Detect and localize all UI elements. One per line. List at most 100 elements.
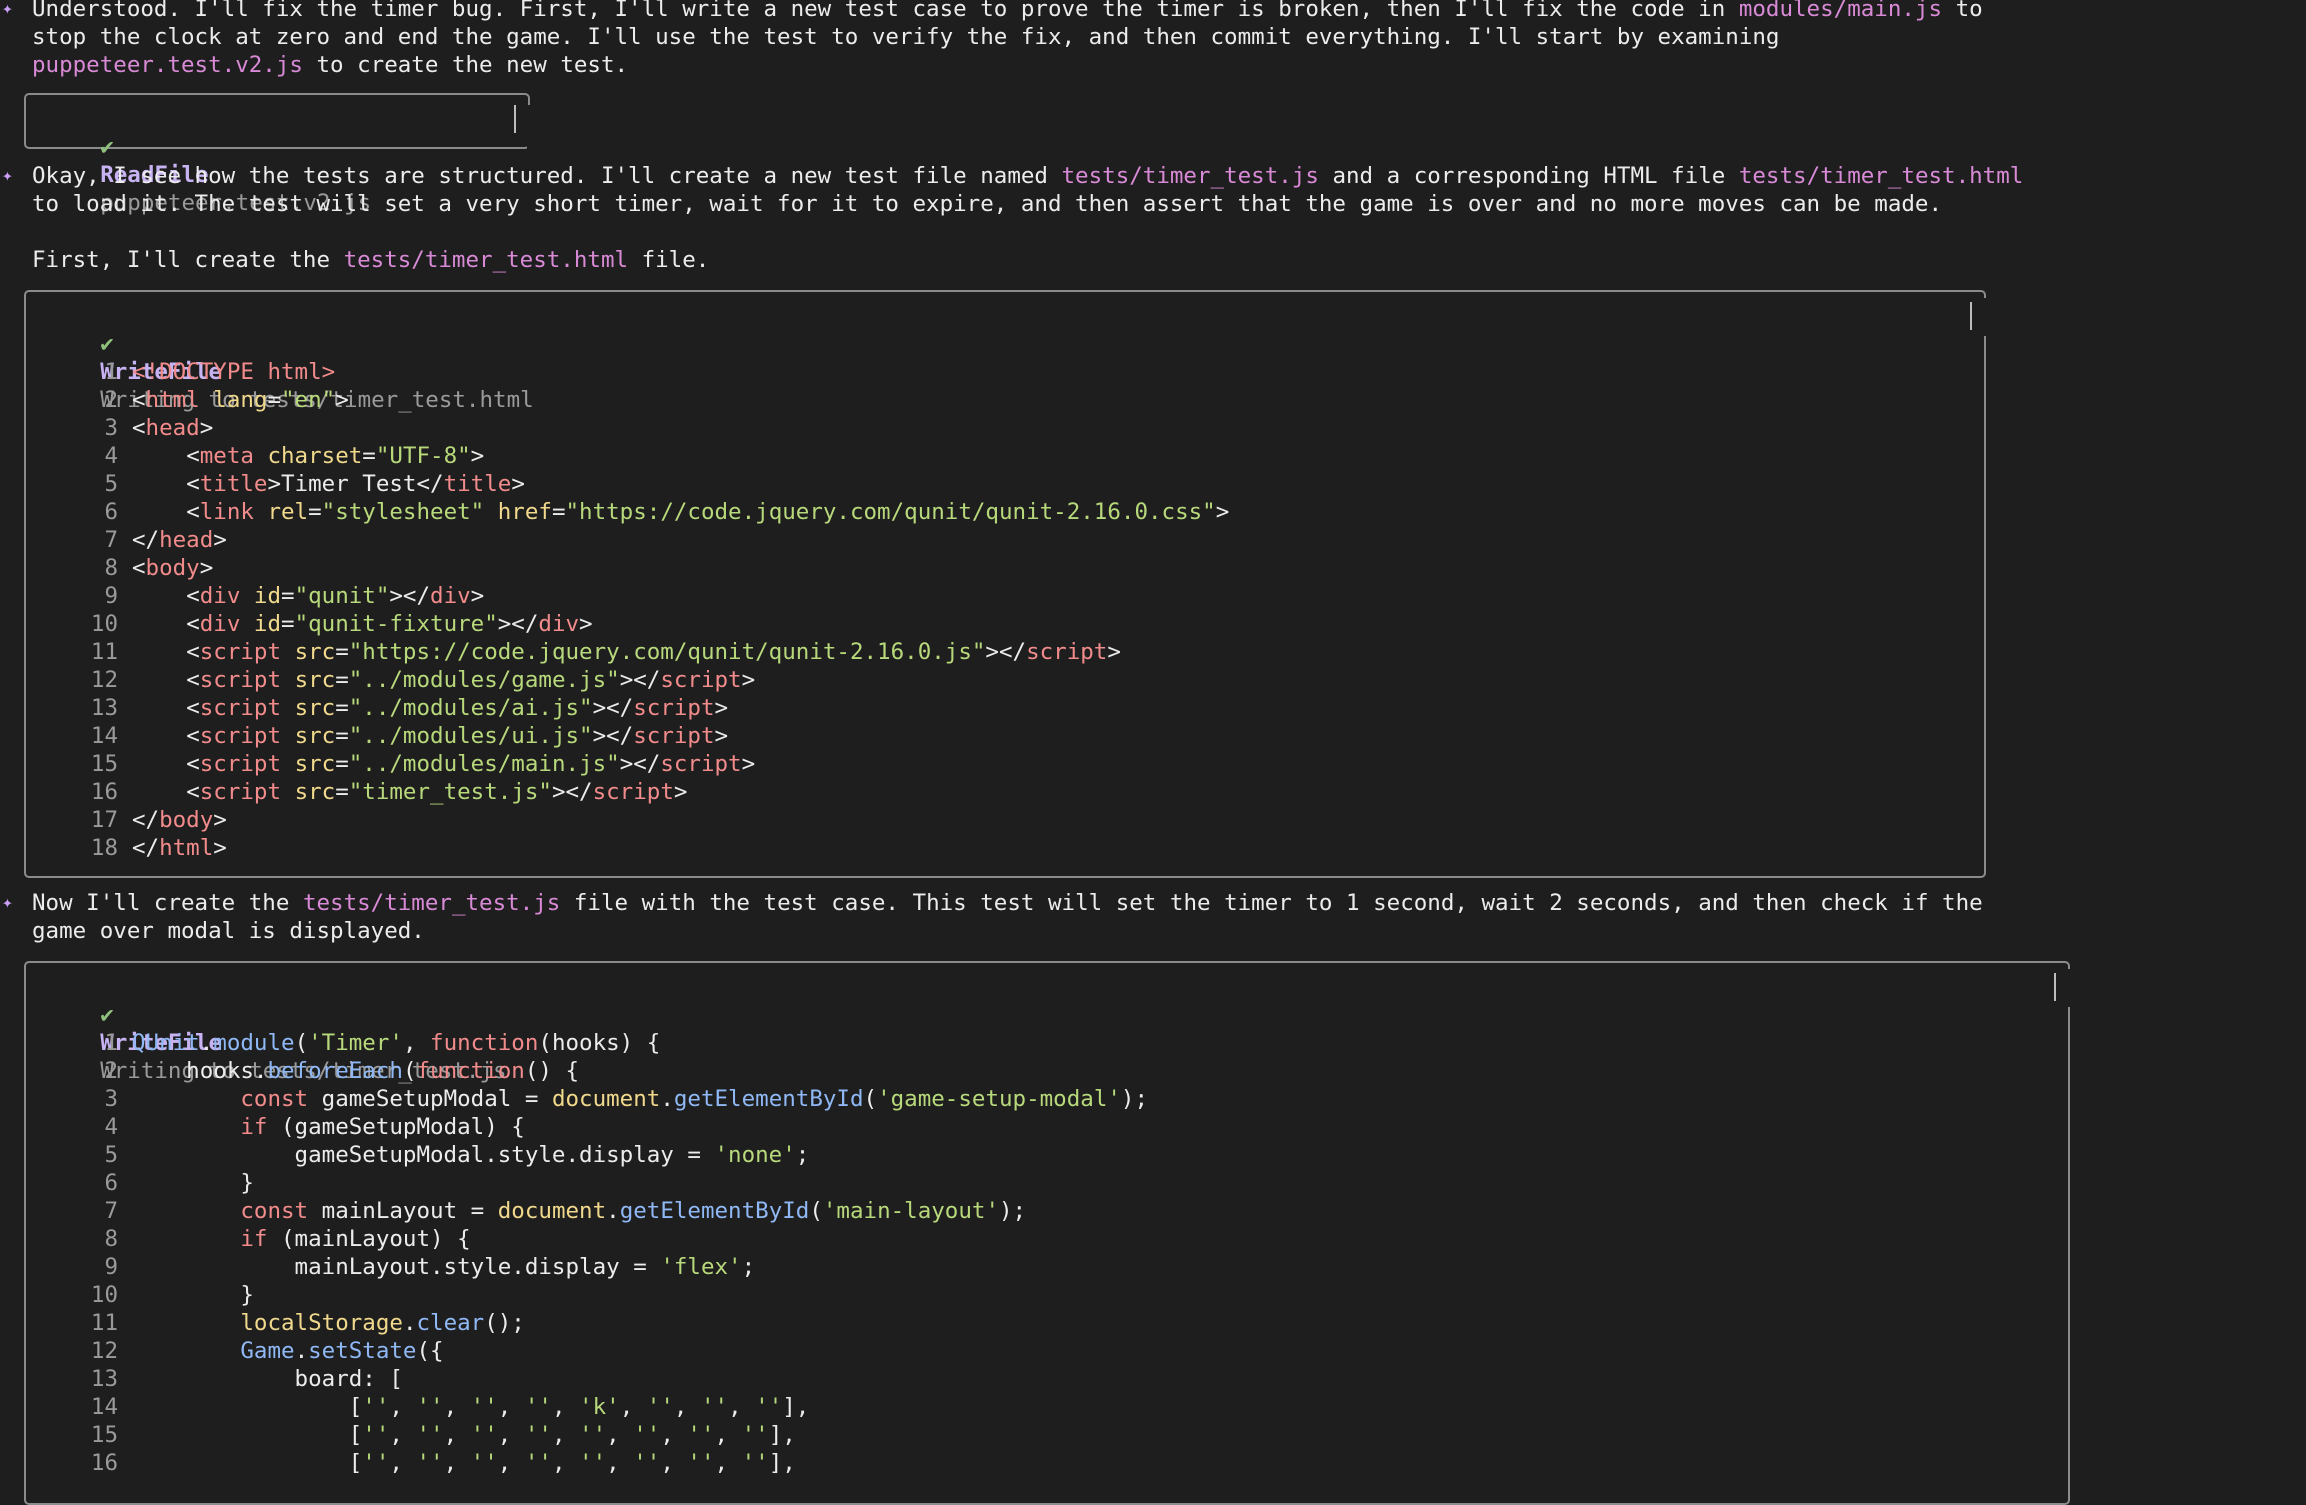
code-token: ( [294, 1030, 309, 1056]
code-token: ></ [619, 667, 661, 693]
code-text: <script src="../modules/game.js"></scrip… [132, 666, 755, 694]
code-token: , [497, 1422, 525, 1448]
code-token: = [335, 779, 349, 805]
code-token: > [1215, 499, 1230, 525]
message-line: Understood. I'll fix the timer bug. Firs… [32, 0, 1983, 23]
code-token: '' [416, 1422, 444, 1448]
code-token: div [199, 583, 241, 609]
code-token: '' [416, 1450, 444, 1476]
code-token: href [497, 499, 552, 525]
line-number: 11 [90, 639, 118, 665]
file-path-link[interactable]: tests/timer_test.html [1739, 163, 2023, 189]
code-token: '' [687, 1422, 715, 1448]
code-token: > [335, 387, 349, 413]
code-token: Game [240, 1338, 295, 1364]
file-path-link[interactable]: puppeteer.test.v2.js [32, 52, 303, 78]
code-text: <body> [132, 554, 213, 582]
code-token: '' [741, 1422, 769, 1448]
code-token: head [159, 527, 214, 553]
code-token: , [619, 1394, 647, 1420]
code-token: function [416, 1058, 525, 1084]
code-token: < [186, 779, 200, 805]
code-text: board: [ [132, 1365, 403, 1393]
code-token: > [470, 583, 485, 609]
code-token: Timer Test [281, 471, 417, 497]
code-token: , [443, 1394, 471, 1420]
tool-header: ✔ WriteFile Writing to tests/timer_test.… [46, 302, 533, 413]
code-token: 'main-layout' [822, 1198, 999, 1224]
line-number: 9 [104, 1254, 118, 1280]
code-token: ], [768, 1450, 796, 1476]
code-token: '' [524, 1394, 552, 1420]
file-path-link[interactable]: tests/timer_test.js [303, 890, 560, 916]
code-token: = [335, 695, 349, 721]
line-number: 2 [104, 1058, 118, 1084]
code-token: < [186, 443, 200, 469]
code-token: title [443, 471, 512, 497]
code-token: ></ [551, 779, 593, 805]
code-token: , [551, 1394, 580, 1420]
code-token: </ [132, 527, 160, 553]
file-path-link[interactable]: tests/timer_test.js [1062, 163, 1319, 189]
code-token: = [267, 387, 282, 413]
code-token: '' [470, 1394, 498, 1420]
code-token: mainLayout = [308, 1198, 498, 1224]
code-token: "qunit-fixture" [294, 611, 498, 637]
code-token: script [660, 667, 742, 693]
code-token: , [728, 1394, 756, 1420]
file-path-link[interactable]: tests/timer_test.html [344, 247, 628, 273]
line-number: 13 [90, 695, 118, 721]
code-token: = [551, 499, 566, 525]
code-token: '' [700, 1394, 729, 1420]
code-token: getElementById [673, 1086, 864, 1112]
line-number: 15 [90, 751, 118, 777]
code-token: < [132, 415, 146, 441]
code-token: "stylesheet" [321, 499, 485, 525]
code-token: < [186, 611, 200, 637]
sparkle-icon: ✦ [2, 165, 13, 186]
code-token: ( [863, 1086, 878, 1112]
code-token: board: [ [132, 1366, 403, 1392]
code-token: "https://code.jquery.com/qunit/qunit-2.1… [565, 499, 1216, 525]
code-token: QUnit [132, 1030, 200, 1056]
code-token: "https://code.jquery.com/qunit/qunit-2.1… [348, 639, 986, 665]
line-number: 13 [90, 1366, 118, 1392]
code-token: '' [362, 1394, 390, 1420]
code-text: </body> [132, 806, 227, 834]
code-token: } [132, 1170, 254, 1196]
code-token: < [186, 667, 200, 693]
code-text: ['', '', '', '', '', '', '', ''], [132, 1449, 796, 1477]
code-token: '' [470, 1450, 498, 1476]
code-text: if (mainLayout) { [132, 1225, 470, 1253]
code-token: script [592, 779, 674, 805]
file-path-link[interactable]: modules/main.js [1739, 0, 1942, 22]
message-text: stop the clock at zero and end the game.… [32, 24, 1780, 50]
code-token: , [497, 1450, 525, 1476]
code-token: , [443, 1450, 471, 1476]
line-number: 4 [104, 1114, 118, 1140]
code-token: '' [633, 1450, 661, 1476]
message-line: to load it. The test will set a very sho… [32, 190, 1942, 218]
code-text: gameSetupModal.style.display = 'none'; [132, 1141, 810, 1169]
code-token: src [294, 667, 336, 693]
code-token: (gameSetupModal) { [267, 1114, 525, 1140]
code-token: 'k' [579, 1394, 620, 1420]
code-text: </html> [132, 834, 227, 862]
code-token: [ [132, 1394, 363, 1420]
code-token: 'none' [714, 1142, 796, 1168]
code-token: '' [633, 1422, 661, 1448]
code-token: < [186, 499, 200, 525]
code-token: id [253, 583, 282, 609]
check-icon: ✔ [100, 134, 114, 160]
code-token: , [714, 1450, 742, 1476]
code-token: . [199, 1030, 214, 1056]
code-token: , [714, 1422, 742, 1448]
code-text: } [132, 1169, 254, 1197]
code-token: < [186, 583, 200, 609]
code-text: <div id="qunit-fixture"></div> [132, 610, 592, 638]
